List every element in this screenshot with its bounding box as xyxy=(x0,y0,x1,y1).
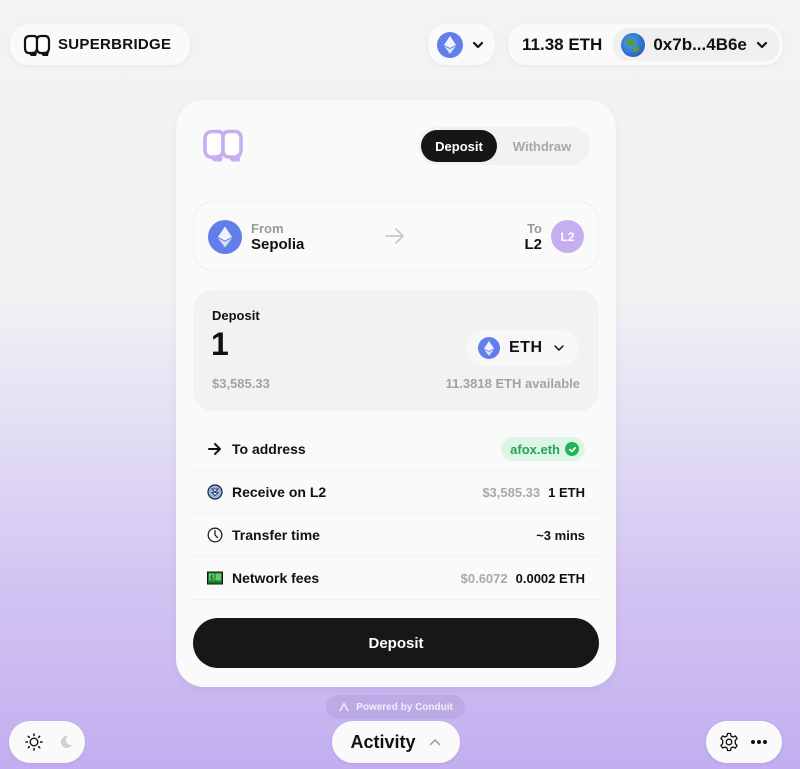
bridge-card: Deposit Withdraw From Sepolia To L2 L2 D… xyxy=(176,100,616,687)
receive-label: Receive on L2 xyxy=(232,484,327,500)
arrow-right-icon[interactable] xyxy=(384,226,406,246)
deposit-submit-button[interactable]: Deposit xyxy=(193,618,599,668)
brand-name: SUPERBRIDGE xyxy=(58,36,172,53)
receive-usd-value: $3,585.33 xyxy=(482,484,541,500)
transfer-time-label: Transfer time xyxy=(232,527,320,543)
conduit-logo-icon xyxy=(339,702,350,711)
sun-icon[interactable] xyxy=(25,733,43,751)
svg-text:$: $ xyxy=(210,575,214,582)
ethereum-icon xyxy=(437,31,463,58)
activity-label: Activity xyxy=(350,731,416,752)
arrow-right-icon xyxy=(207,441,223,457)
receive-row: Receive on L2 $3,585.33 1 ETH xyxy=(193,471,599,514)
verified-check-icon xyxy=(565,442,579,456)
route-selector: From Sepolia To L2 L2 xyxy=(193,201,599,271)
amount-input[interactable]: 1 xyxy=(211,326,229,363)
network-fees-eth: 0.0002 ETH xyxy=(515,570,585,586)
network-fees-label: Network fees xyxy=(232,570,320,586)
to-label: To xyxy=(527,221,542,236)
transfer-time-row: Transfer time ~3 mins xyxy=(193,514,599,557)
wallet-address: 0x7b...4B6e xyxy=(653,34,747,54)
amount-panel: Deposit 1 $3,585.33 ETH 11.3818 ETH avai… xyxy=(193,290,599,411)
receive-amount: 1 ETH xyxy=(548,484,585,500)
chevron-down-icon xyxy=(756,41,767,48)
network-selector[interactable] xyxy=(428,24,495,65)
wallet-balance: 11.38 ETH xyxy=(522,34,603,54)
clock-icon xyxy=(207,527,223,543)
from-network-button[interactable] xyxy=(208,220,242,254)
transfer-time-value: ~3 mins xyxy=(536,527,585,543)
tab-deposit[interactable]: Deposit xyxy=(421,130,497,162)
amount-usd-value: $3,585.33 xyxy=(212,376,270,391)
settings-menu xyxy=(706,721,782,763)
tab-withdraw[interactable]: Withdraw xyxy=(497,130,587,162)
theme-toggle xyxy=(9,721,85,763)
gear-icon[interactable] xyxy=(719,732,739,752)
chevron-up-icon xyxy=(429,739,440,746)
account-selector[interactable]: 0x7b...4B6e xyxy=(613,28,779,61)
to-network-name[interactable]: L2 xyxy=(524,236,542,253)
token-name: ETH xyxy=(509,339,543,356)
powered-by-text: Powered by Conduit xyxy=(356,701,453,713)
available-balance[interactable]: 11.3818 ETH available xyxy=(446,376,580,391)
network-fees-row: $ Network fees $0.6072 0.0002 ETH xyxy=(193,557,599,600)
ethereum-icon xyxy=(208,220,242,254)
chevron-down-icon xyxy=(553,345,564,351)
powered-by-conduit-badge[interactable]: Powered by Conduit xyxy=(326,695,465,719)
activity-button[interactable]: Activity xyxy=(332,721,460,763)
from-label: From xyxy=(251,221,284,236)
globe-icon xyxy=(621,32,646,57)
chevron-down-icon xyxy=(472,41,484,48)
to-address-label: To address xyxy=(232,441,306,457)
to-address-row: To address afox.eth xyxy=(193,428,599,471)
l2-network-icon[interactable]: L2 xyxy=(551,220,584,253)
from-network-name[interactable]: Sepolia xyxy=(251,236,304,253)
more-options-icon[interactable] xyxy=(751,740,767,744)
recipient-address: afox.eth xyxy=(510,441,560,457)
superbridge-logo-icon xyxy=(23,34,51,56)
transaction-details: To address afox.eth Receive on L2 $3,585… xyxy=(193,428,599,600)
token-selector[interactable]: ETH xyxy=(465,330,579,366)
superbridge-logo-icon xyxy=(203,129,243,162)
recipient-address-badge[interactable]: afox.eth xyxy=(501,437,585,461)
ethereum-icon xyxy=(478,337,500,359)
brand-logo-button[interactable]: SUPERBRIDGE xyxy=(10,24,190,65)
moon-icon[interactable] xyxy=(59,735,73,749)
amount-label: Deposit xyxy=(212,308,260,323)
deposit-withdraw-toggle: Deposit Withdraw xyxy=(418,127,590,165)
wallet-button[interactable]: 11.38 ETH 0x7b...4B6e xyxy=(508,24,783,65)
network-fees-usd: $0.6072 xyxy=(460,570,508,586)
money-icon: $ xyxy=(207,570,223,586)
receive-icon xyxy=(207,484,223,500)
